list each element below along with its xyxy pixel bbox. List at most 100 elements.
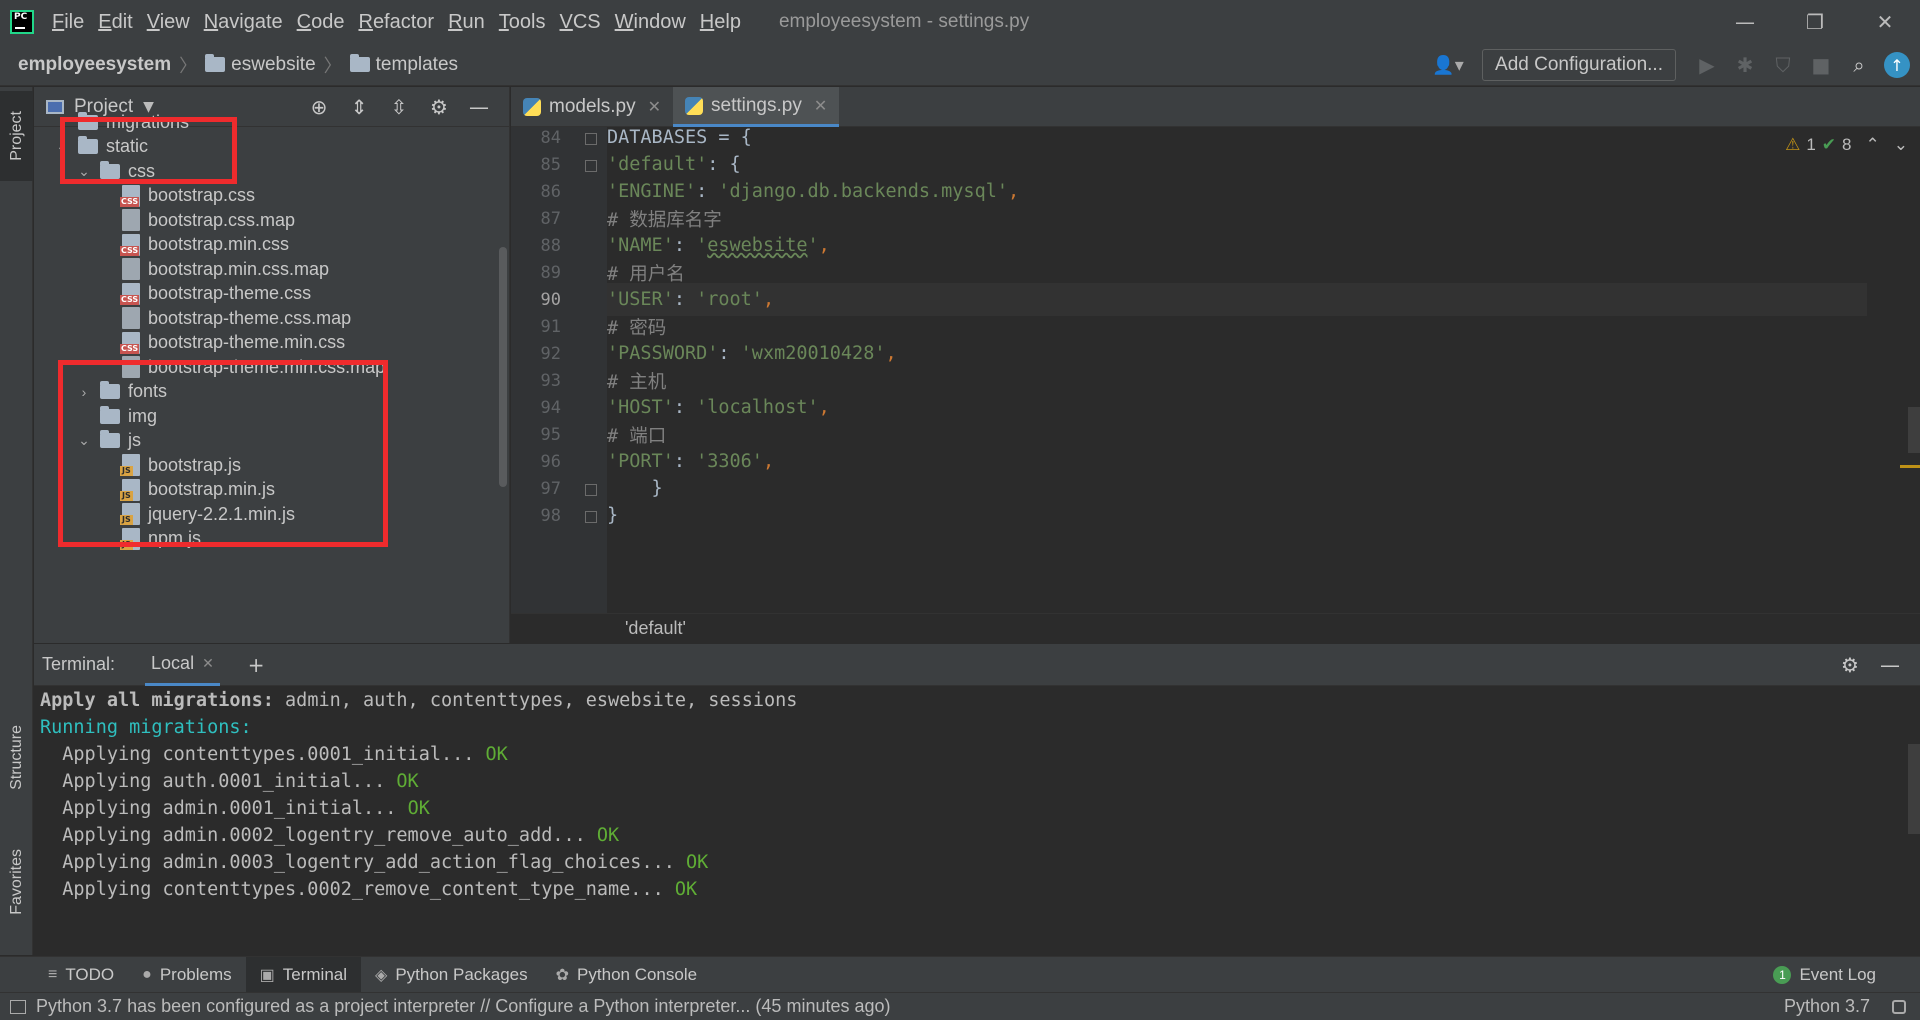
tool-tab-problems[interactable]: ● Problems xyxy=(128,957,245,993)
locate-file-icon[interactable]: ⊕ xyxy=(299,95,339,119)
event-log-button[interactable]: 1 Event Log xyxy=(1773,957,1876,993)
hide-icon[interactable]: — xyxy=(1870,653,1910,677)
line-number: 95 xyxy=(540,425,561,445)
code-area[interactable]: DATABASES = { 'default': { 'ENGINE': 'dj… xyxy=(607,127,1867,613)
terminal-icon: ▣ xyxy=(259,966,275,984)
stripe-tab-favorites[interactable]: Favorites xyxy=(0,827,33,937)
tool-tab-todo[interactable]: ≡ TODO xyxy=(34,957,128,993)
chevron-down-icon[interactable]: ⌄ xyxy=(74,163,94,180)
window-icon[interactable] xyxy=(10,999,26,1014)
breadcrumb-separator: 〉 xyxy=(323,55,342,77)
stripe-tab-project[interactable]: Project xyxy=(0,91,33,181)
inspection-widget[interactable]: ⚠ 1 ✔ 8 ⌃ ⌄ xyxy=(1779,135,1908,155)
window-controls: — ❐ ✕ xyxy=(1710,0,1920,44)
left-tool-stripe: Project Structure Favorites xyxy=(0,87,33,955)
tab-models-py[interactable]: models.py ✕ xyxy=(511,87,673,127)
chevron-down-icon[interactable]: ⌄ xyxy=(1894,135,1908,155)
editor: models.py ✕ settings.py ✕ 84 85 86 87 88 89 90 91 9… xyxy=(511,87,1920,643)
menu-edit[interactable]: Edit xyxy=(98,11,132,34)
run-icon[interactable]: ▶ xyxy=(1688,53,1726,77)
fold-marker-icon[interactable] xyxy=(585,133,597,145)
stop-icon[interactable]: ■ xyxy=(1802,53,1840,77)
terminal-scrollbar[interactable] xyxy=(1908,744,1920,834)
close-icon[interactable]: ✕ xyxy=(814,96,827,116)
menu-view[interactable]: View xyxy=(147,11,190,34)
code-line[interactable]: } xyxy=(607,499,618,532)
menu-window[interactable]: Window xyxy=(615,11,686,34)
tool-tab-python-packages[interactable]: ◈ Python Packages xyxy=(361,957,542,993)
editor-breadcrumb[interactable]: 'default' xyxy=(511,613,1920,643)
chevron-right-icon[interactable]: › xyxy=(52,114,72,130)
close-button[interactable]: ✕ xyxy=(1850,0,1920,44)
menu-navigate[interactable]: Navigate xyxy=(204,11,283,34)
chevron-down-icon[interactable]: ⌄ xyxy=(74,432,94,449)
warning-marker[interactable] xyxy=(1900,465,1920,468)
js-file-icon xyxy=(120,503,140,525)
stripe-tab-structure[interactable]: Structure xyxy=(0,707,33,807)
problems-icon: ● xyxy=(142,965,152,983)
menu-file[interactable]: File xyxy=(52,11,84,34)
menu-code[interactable]: Code xyxy=(297,11,345,34)
new-terminal-button[interactable]: + xyxy=(248,653,265,677)
terminal-output[interactable]: Apply all migrations: admin, auth, conte… xyxy=(34,686,1920,955)
menu-refactor[interactable]: Refactor xyxy=(358,11,434,34)
user-dropdown-icon[interactable]: 👤▾ xyxy=(1428,55,1468,76)
update-icon[interactable]: ↑ xyxy=(1884,52,1910,78)
tree-scrollbar[interactable] xyxy=(499,247,507,487)
tree-item-label: js xyxy=(128,430,141,450)
gear-icon[interactable]: ⚙ xyxy=(419,95,459,119)
js-file-icon xyxy=(120,527,140,550)
fold-marker-icon[interactable] xyxy=(585,511,597,523)
interpreter-selector[interactable]: Python 3.7 xyxy=(1784,996,1870,1017)
coverage-icon[interactable]: ⛉ xyxy=(1764,53,1802,77)
title-bar: PC File Edit View Navigate Code Refactor Run To… xyxy=(0,0,1920,44)
minimize-button[interactable]: — xyxy=(1710,0,1780,44)
close-icon[interactable]: ✕ xyxy=(202,655,214,672)
menu-run[interactable]: Run xyxy=(448,11,485,34)
tree-item-label: npm.js xyxy=(148,528,202,548)
close-icon[interactable]: ✕ xyxy=(648,97,661,117)
status-bar: Python 3.7 has been configured as a proj… xyxy=(0,992,1920,1020)
status-message[interactable]: Python 3.7 has been configured as a proj… xyxy=(36,996,891,1017)
collapse-all-icon[interactable]: ⇳ xyxy=(379,95,419,119)
breadcrumb-eswebsite[interactable]: eswebsite xyxy=(205,54,316,76)
line-number: 93 xyxy=(540,371,561,391)
tool-tab-python-console[interactable]: ✿ Python Console xyxy=(542,957,711,993)
chevron-right-icon[interactable]: › xyxy=(74,384,94,400)
breadcrumb-project[interactable]: employeesystem xyxy=(18,54,171,76)
chevron-down-icon[interactable]: ⌄ xyxy=(52,138,72,155)
fold-marker-icon[interactable] xyxy=(585,484,597,496)
bottom-tool-bar: ≡ TODO ● Problems ▣ Terminal ◈ Python Packages ✿… xyxy=(0,956,1920,993)
folder-icon xyxy=(349,54,370,72)
expand-all-icon[interactable]: ⇕ xyxy=(339,95,379,119)
debug-icon[interactable]: ✱ xyxy=(1726,53,1764,77)
add-configuration-button[interactable]: Add Configuration... xyxy=(1482,49,1676,81)
editor-scrollbar[interactable] xyxy=(1908,407,1920,453)
editor-gutter: 84 85 86 87 88 89 90 91 92 93 94 95 96 97 98 xyxy=(511,127,607,613)
tool-tab-terminal[interactable]: ▣ Terminal xyxy=(245,956,362,993)
line-number: 98 xyxy=(540,506,561,526)
tree-item-label: bootstrap.min.js xyxy=(148,479,276,499)
code-line[interactable]: 'USER': 'root', xyxy=(607,283,1867,316)
toolbar-right: 👤▾ Add Configuration... ▶ ✱ ⛉ ■ ⌕ ↑ xyxy=(1428,44,1920,86)
menu-vcs[interactable]: VCS xyxy=(560,11,601,34)
chevron-up-icon[interactable]: ⌃ xyxy=(1866,135,1880,155)
map-file-icon xyxy=(122,307,140,329)
breadcrumb-templates[interactable]: templates xyxy=(349,54,458,76)
fold-marker-icon[interactable] xyxy=(585,160,597,172)
search-icon[interactable]: ⌕ xyxy=(1840,53,1878,77)
map-file-icon xyxy=(122,209,140,231)
tree-item-npm-js[interactable]: npm.js xyxy=(96,524,201,554)
menu-tools[interactable]: Tools xyxy=(499,11,546,34)
lock-icon[interactable] xyxy=(1892,999,1906,1014)
terminal-header: Terminal: Local ✕ + ⚙ — xyxy=(34,644,1920,686)
editor-tabs: models.py ✕ settings.py ✕ xyxy=(511,87,1920,127)
folder-icon xyxy=(205,54,226,72)
terminal-tab-local[interactable]: Local ✕ xyxy=(145,644,220,686)
gear-icon[interactable]: ⚙ xyxy=(1830,653,1870,677)
menu-help[interactable]: Help xyxy=(700,11,741,34)
restore-button[interactable]: ❐ xyxy=(1780,0,1850,44)
line-number: 88 xyxy=(540,236,561,256)
tab-settings-py[interactable]: settings.py ✕ xyxy=(673,87,840,127)
hide-icon[interactable]: — xyxy=(459,95,499,119)
